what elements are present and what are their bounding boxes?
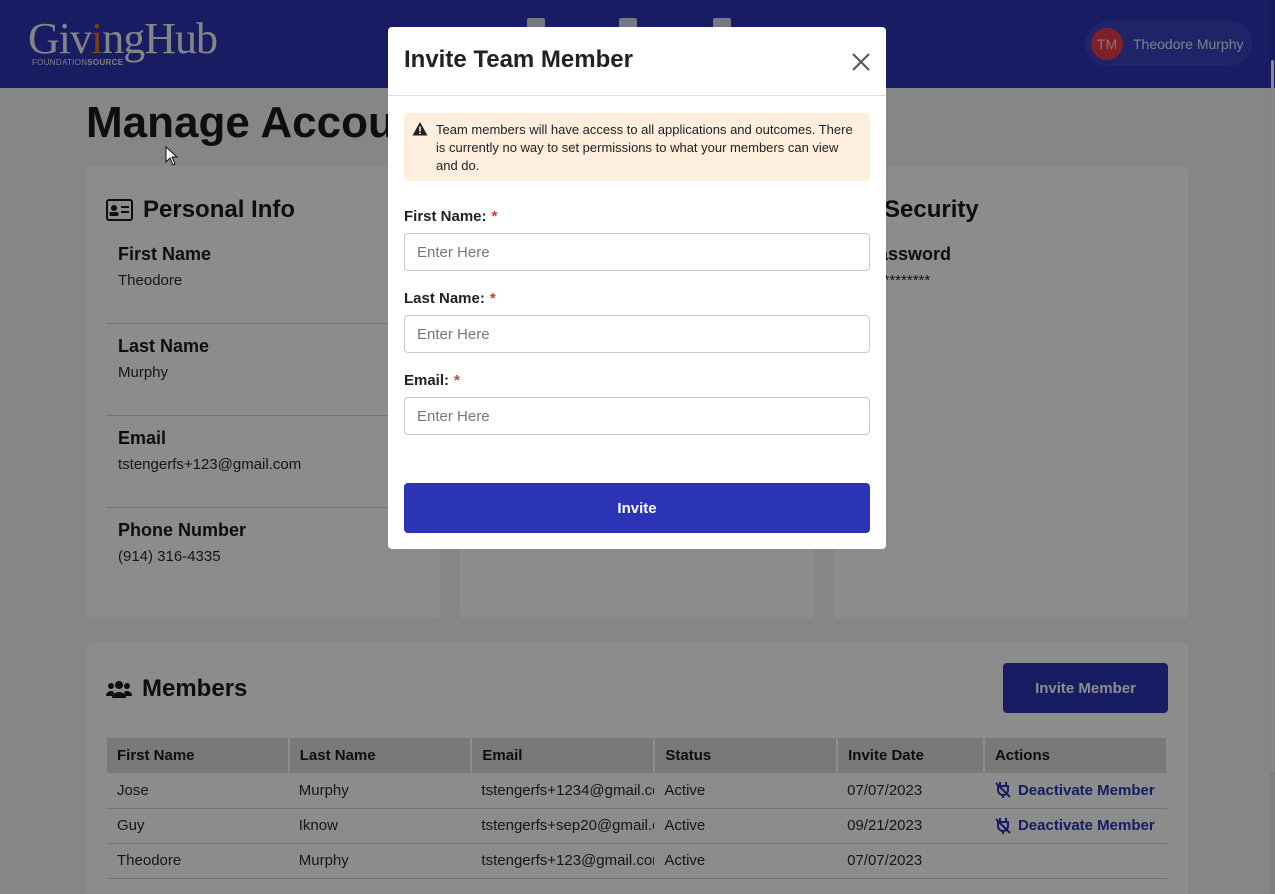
- permissions-warning-alert: Team members will have access to all app…: [404, 113, 870, 181]
- warning-icon: [412, 122, 428, 136]
- required-asterisk: *: [454, 372, 460, 389]
- last-name-input[interactable]: [404, 315, 870, 353]
- required-asterisk: *: [489, 290, 496, 307]
- alert-message: Team members will have access to all app…: [436, 122, 853, 173]
- email-input[interactable]: [404, 397, 870, 435]
- required-asterisk: *: [491, 208, 498, 225]
- first-name-label: First Name: *: [404, 208, 498, 225]
- last-name-label: Last Name: *: [404, 290, 496, 307]
- email-label: Email: *: [404, 372, 460, 389]
- invite-button[interactable]: Invite: [404, 483, 870, 533]
- modal-title: Invite Team Member: [404, 46, 633, 73]
- modal-header: Invite Team Member: [388, 27, 886, 96]
- close-icon[interactable]: [850, 51, 872, 73]
- invite-team-member-modal: Invite Team Member Team members will hav…: [388, 27, 886, 549]
- first-name-input[interactable]: [404, 233, 870, 271]
- scrollbar-thumb[interactable]: [1271, 60, 1274, 772]
- mouse-cursor-icon: [165, 146, 179, 166]
